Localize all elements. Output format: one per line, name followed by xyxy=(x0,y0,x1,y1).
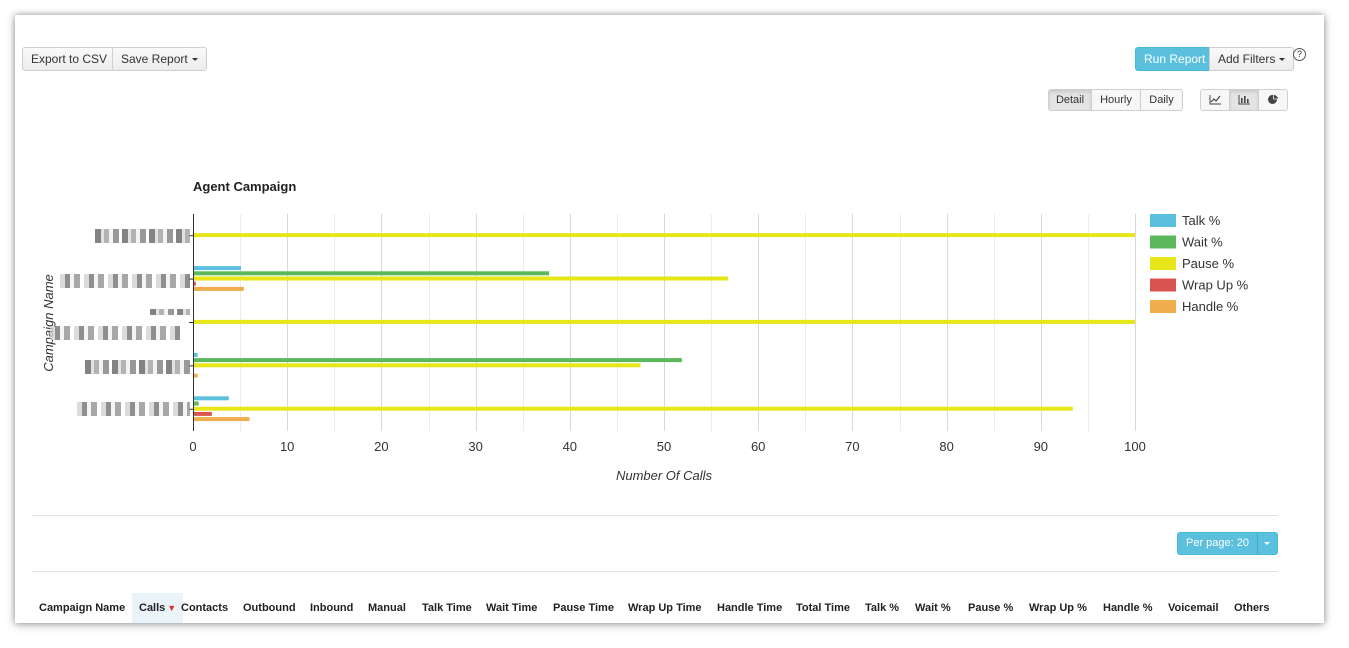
x-tick-label: 80 xyxy=(939,439,953,454)
column-label: Pause % xyxy=(968,602,1014,614)
bar xyxy=(194,281,196,286)
column-label: Voicemail xyxy=(1168,602,1219,614)
column-label: Others xyxy=(1234,602,1270,614)
bar xyxy=(194,396,229,401)
column-label: Wait Time xyxy=(486,602,538,614)
bar xyxy=(194,411,212,416)
column-header-inbound[interactable]: Inbound xyxy=(310,598,353,623)
bar xyxy=(194,233,1135,238)
x-tick-label: 30 xyxy=(468,439,482,454)
legend-label: Wrap Up % xyxy=(1182,278,1249,293)
column-header-talk-time[interactable]: Talk Time xyxy=(422,598,472,623)
column-label: Total Time xyxy=(796,602,850,614)
bar xyxy=(194,401,199,406)
bar xyxy=(194,286,244,291)
bar xyxy=(194,276,729,281)
x-tick-label: 40 xyxy=(563,439,577,454)
column-label: Wrap Up Time xyxy=(628,602,702,614)
x-tick-label: 70 xyxy=(845,439,859,454)
column-header-wrap-up-pct[interactable]: Wrap Up % xyxy=(1029,598,1087,623)
legend-swatch xyxy=(1150,235,1176,249)
report-window: Export to CSV Save Report Run Report Add… xyxy=(15,15,1324,623)
column-header-calls[interactable]: Calls ▼ xyxy=(132,593,184,623)
x-axis-title: Number Of Calls xyxy=(616,468,713,483)
column-label: Calls xyxy=(139,602,166,614)
campaign-name-redacted xyxy=(77,402,190,416)
legend-label: Wait % xyxy=(1182,235,1223,250)
caret-down-icon xyxy=(1264,542,1270,545)
column-label: Handle Time xyxy=(717,602,783,614)
per-page-dropdown[interactable]: Per page: 20 xyxy=(1177,532,1278,555)
bar xyxy=(194,266,242,271)
column-label: Pause Time xyxy=(553,602,614,614)
bar xyxy=(194,352,198,357)
column-header-handle-pct[interactable]: Handle % xyxy=(1103,598,1153,623)
column-header-wait-time[interactable]: Wait Time xyxy=(486,598,537,623)
legend-swatch xyxy=(1150,257,1176,270)
legend-swatch xyxy=(1150,300,1176,313)
column-label: Contacts xyxy=(181,602,229,614)
bar xyxy=(194,358,682,363)
bar xyxy=(194,406,1073,411)
x-tick-label: 20 xyxy=(374,439,388,454)
column-header-talk-pct[interactable]: Talk % xyxy=(865,598,899,623)
legend-label: Pause % xyxy=(1182,256,1234,271)
x-tick-label: 50 xyxy=(657,439,671,454)
column-label: Handle % xyxy=(1103,602,1153,614)
legend-swatch xyxy=(1150,214,1176,227)
x-tick-label: 10 xyxy=(280,439,294,454)
y-axis-title: Campaign Name xyxy=(41,274,56,372)
bar xyxy=(194,373,198,378)
agent-campaign-chart: Agent Campaign Campaign Name Number Of C… xyxy=(41,179,1249,483)
per-page-label: Per page: 20 xyxy=(1186,537,1249,549)
column-header-manual[interactable]: Manual xyxy=(368,598,406,623)
column-label: Wrap Up % xyxy=(1029,602,1087,614)
column-header-wait-pct[interactable]: Wait % xyxy=(915,598,951,623)
column-label: Talk % xyxy=(865,602,900,614)
column-header-pause-pct[interactable]: Pause % xyxy=(968,598,1013,623)
column-label: Campaign Name xyxy=(39,602,126,614)
column-header-voicemail[interactable]: Voicemail xyxy=(1168,598,1219,623)
x-tick-label: 90 xyxy=(1034,439,1048,454)
bar xyxy=(194,417,250,422)
bar xyxy=(194,363,641,368)
x-tick-label: 0 xyxy=(189,439,196,454)
column-header-others[interactable]: Others xyxy=(1234,598,1269,623)
campaign-name-redacted xyxy=(85,360,190,374)
split-divider xyxy=(1257,533,1258,554)
column-label: Manual xyxy=(368,602,406,614)
column-header-contacts[interactable]: Contacts xyxy=(181,598,228,623)
column-header-outbound[interactable]: Outbound xyxy=(243,598,296,623)
campaign-name-redacted xyxy=(50,326,180,340)
x-tick-label: 60 xyxy=(751,439,765,454)
column-header-handle-time[interactable]: Handle Time xyxy=(717,598,782,623)
divider xyxy=(32,515,1278,516)
campaign-name-redacted xyxy=(150,309,190,315)
column-label: Outbound xyxy=(243,602,296,614)
legend-label: Talk % xyxy=(1182,213,1221,228)
chart-title: Agent Campaign xyxy=(193,179,296,194)
sort-desc-icon: ▼ xyxy=(167,603,177,613)
divider xyxy=(32,571,1278,572)
column-label: Inbound xyxy=(310,602,354,614)
legend-swatch xyxy=(1150,278,1176,292)
column-header-campaign-name[interactable]: Campaign Name xyxy=(39,598,125,623)
bar xyxy=(194,319,1135,324)
column-header-wrap-up-time[interactable]: Wrap Up Time xyxy=(628,598,702,623)
campaign-name-redacted xyxy=(95,229,190,243)
bar xyxy=(194,271,550,276)
column-label: Talk Time xyxy=(422,602,472,614)
legend-label: Handle % xyxy=(1182,299,1239,314)
campaign-name-redacted xyxy=(60,274,190,288)
column-header-total-time[interactable]: Total Time xyxy=(796,598,850,623)
column-label: Wait % xyxy=(915,602,951,614)
column-header-pause-time[interactable]: Pause Time xyxy=(553,598,614,623)
x-tick-label: 100 xyxy=(1124,439,1146,454)
